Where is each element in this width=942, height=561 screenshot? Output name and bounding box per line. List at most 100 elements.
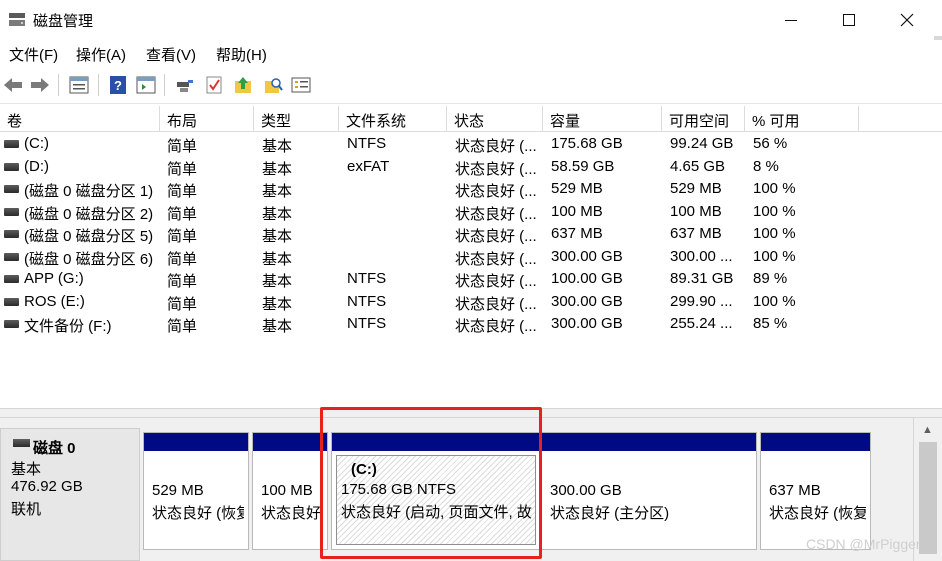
partition-status: 状态良好 (E xyxy=(261,505,323,522)
volume-drive-icon xyxy=(4,320,19,328)
cell-status: 状态良好 (... xyxy=(455,318,537,335)
cell-type: 基本 xyxy=(262,228,293,245)
partition-4[interactable]: 300.00 GB 状态良好 (主分区) xyxy=(541,432,757,550)
menu-help[interactable]: 帮助(H) xyxy=(216,44,267,65)
cell-layout: 简单 xyxy=(167,250,198,268)
cell-capacity: 175.68 GB xyxy=(551,135,623,152)
menu-file[interactable]: 文件(F) xyxy=(9,44,58,65)
toolbar: ? xyxy=(0,66,942,104)
cell-status: 状态良好 (... xyxy=(455,138,537,155)
cell-type: 基本 xyxy=(262,250,293,268)
properties-list-icon[interactable] xyxy=(68,74,90,96)
menu-bar: 文件(F) 操作(A) 查看(V) 帮助(H) xyxy=(0,40,942,66)
cell-free-space: 299.90 ... xyxy=(670,292,733,310)
cell-status: 状态良好 (... xyxy=(455,250,537,268)
column-percent-free[interactable]: % 可用 xyxy=(745,106,859,132)
partition-2[interactable]: 100 MB 状态良好 (E xyxy=(252,432,328,550)
column-capacity[interactable]: 容量 xyxy=(543,106,662,132)
help-icon[interactable]: ? xyxy=(107,74,129,96)
cell-volume: (磁盘 0 磁盘分区 1) xyxy=(24,183,154,200)
partition-size: 100 MB xyxy=(261,482,313,499)
cell-percent-free: 56 % xyxy=(753,135,788,152)
check-icon[interactable] xyxy=(203,74,225,96)
column-layout[interactable]: 布局 xyxy=(160,106,254,132)
console-view-icon[interactable] xyxy=(135,74,157,96)
connect-icon[interactable] xyxy=(174,74,196,96)
table-row[interactable]: (D:) 简单 基本 exFAT 状态良好 (... 58.59 GB 4.65 GB 8 % xyxy=(0,156,942,179)
cell-capacity: 637 MB xyxy=(551,225,603,242)
table-row[interactable]: (磁盘 0 磁盘分区 1) 简单 基本 状态良好 (... 529 MB 529 MB 10… xyxy=(0,178,942,201)
volume-drive-icon xyxy=(4,162,19,171)
partition-5[interactable]: 637 MB 状态良好 (恢复 xyxy=(760,432,871,550)
close-button[interactable] xyxy=(878,0,936,40)
cell-percent-free: 100 % xyxy=(753,247,796,265)
menu-action[interactable]: 操作(A) xyxy=(76,44,126,65)
disk-type: 基本 xyxy=(11,461,42,478)
title-bar: 磁盘管理 xyxy=(0,0,942,40)
table-row[interactable]: (磁盘 0 磁盘分区 6) 简单 基本 状态良好 (... 300.00 GB 300.0… xyxy=(0,246,942,269)
cell-volume: (磁盘 0 磁盘分区 6) xyxy=(24,250,154,268)
cell-status: 状态良好 (... xyxy=(455,228,537,245)
maximize-icon xyxy=(843,14,855,26)
table-row[interactable]: APP (G:) 简单 基本 NTFS 状态良好 (... 100.00 GB 89.31 … xyxy=(0,268,942,291)
cell-status: 状态良好 (... xyxy=(455,183,537,200)
partition-size: 637 MB xyxy=(769,482,821,499)
cell-volume: (磁盘 0 磁盘分区 5) xyxy=(24,228,154,245)
volume-list: 卷 布局 类型 文件系统 状态 容量 可用空间 % 可用 (C:) 简单 基本 NTF… xyxy=(0,106,942,408)
toolbar-separator xyxy=(164,74,165,96)
maximize-button[interactable] xyxy=(820,0,878,40)
cell-percent-free: 100 % xyxy=(753,180,796,197)
table-row[interactable]: 文件备份 (F:) 简单 基本 NTFS 状态良好 (... 300.00 GB 255.2… xyxy=(0,313,942,336)
column-filesystem[interactable]: 文件系统 xyxy=(339,106,447,132)
table-row[interactable]: (磁盘 0 磁盘分区 5) 简单 基本 状态良好 (... 637 MB 637 MB 10… xyxy=(0,223,942,246)
cell-volume: (磁盘 0 磁盘分区 2) xyxy=(24,205,154,223)
cell-type: 基本 xyxy=(262,273,293,290)
list-view-icon[interactable] xyxy=(290,74,312,96)
scrollbar-thumb[interactable] xyxy=(919,442,937,554)
search-folder-icon[interactable] xyxy=(262,74,284,96)
partition-body: 300.00 GB 状态良好 (主分区) xyxy=(546,455,752,545)
cell-capacity: 300.00 GB xyxy=(551,315,623,332)
cell-layout: 简单 xyxy=(167,318,198,335)
volume-drive-icon xyxy=(4,252,19,261)
watermark: CSDN @MrPigger xyxy=(806,536,921,552)
table-row[interactable]: (磁盘 0 磁盘分区 2) 简单 基本 状态良好 (... 100 MB 100 MB 10… xyxy=(0,201,942,224)
cell-type: 基本 xyxy=(262,138,293,155)
forward-arrow-icon[interactable] xyxy=(29,74,51,96)
table-header: 卷 布局 类型 文件系统 状态 容量 可用空间 % 可用 xyxy=(0,106,942,132)
folder-up-icon[interactable] xyxy=(232,74,254,96)
cell-capacity: 300.00 GB xyxy=(551,247,623,265)
partition-body: 529 MB 状态良好 (恢复 xyxy=(148,455,244,545)
volume-drive-icon xyxy=(4,207,19,216)
column-volume[interactable]: 卷 xyxy=(0,106,160,132)
cell-free-space: 637 MB xyxy=(670,225,722,242)
cell-layout: 简单 xyxy=(167,295,198,313)
scroll-up-arrow-icon[interactable]: ▲ xyxy=(922,424,933,436)
cell-percent-free: 89 % xyxy=(753,270,788,287)
svg-text:?: ? xyxy=(114,78,122,93)
cell-free-space: 89.31 GB xyxy=(670,270,734,287)
partition-1[interactable]: 529 MB 状态良好 (恢复 xyxy=(143,432,249,550)
cell-layout: 简单 xyxy=(167,205,198,223)
volume-drive-icon xyxy=(4,297,19,306)
cell-type: 基本 xyxy=(262,160,293,178)
table-row[interactable]: ROS (E:) 简单 基本 NTFS 状态良好 (... 300.00 GB 299.90… xyxy=(0,291,942,314)
column-type[interactable]: 类型 xyxy=(254,106,339,132)
disk-size: 476.92 GB xyxy=(11,478,83,495)
column-status[interactable]: 状态 xyxy=(447,106,543,132)
cell-layout: 简单 xyxy=(167,273,198,290)
cell-type: 基本 xyxy=(262,183,293,200)
column-free-space[interactable]: 可用空间 xyxy=(662,106,745,132)
disk-info-panel[interactable]: 磁盘 0 基本 476.92 GB 联机 xyxy=(0,428,140,561)
cell-status: 状态良好 (... xyxy=(455,273,537,290)
cell-layout: 简单 xyxy=(167,160,198,178)
cell-free-space: 100 MB xyxy=(670,202,722,220)
cell-volume: APP (G:) xyxy=(24,270,84,287)
minimize-button[interactable] xyxy=(762,0,820,40)
back-arrow-icon[interactable] xyxy=(2,74,24,96)
partition-status: 状态良好 (恢复 xyxy=(769,505,866,522)
partition-status: 状态良好 (主分区) xyxy=(550,505,670,522)
cell-status: 状态良好 (... xyxy=(455,160,537,178)
table-row[interactable]: (C:) 简单 基本 NTFS 状态良好 (... 175.68 GB 99.24 GB 56… xyxy=(0,133,942,156)
menu-view[interactable]: 查看(V) xyxy=(146,44,196,65)
